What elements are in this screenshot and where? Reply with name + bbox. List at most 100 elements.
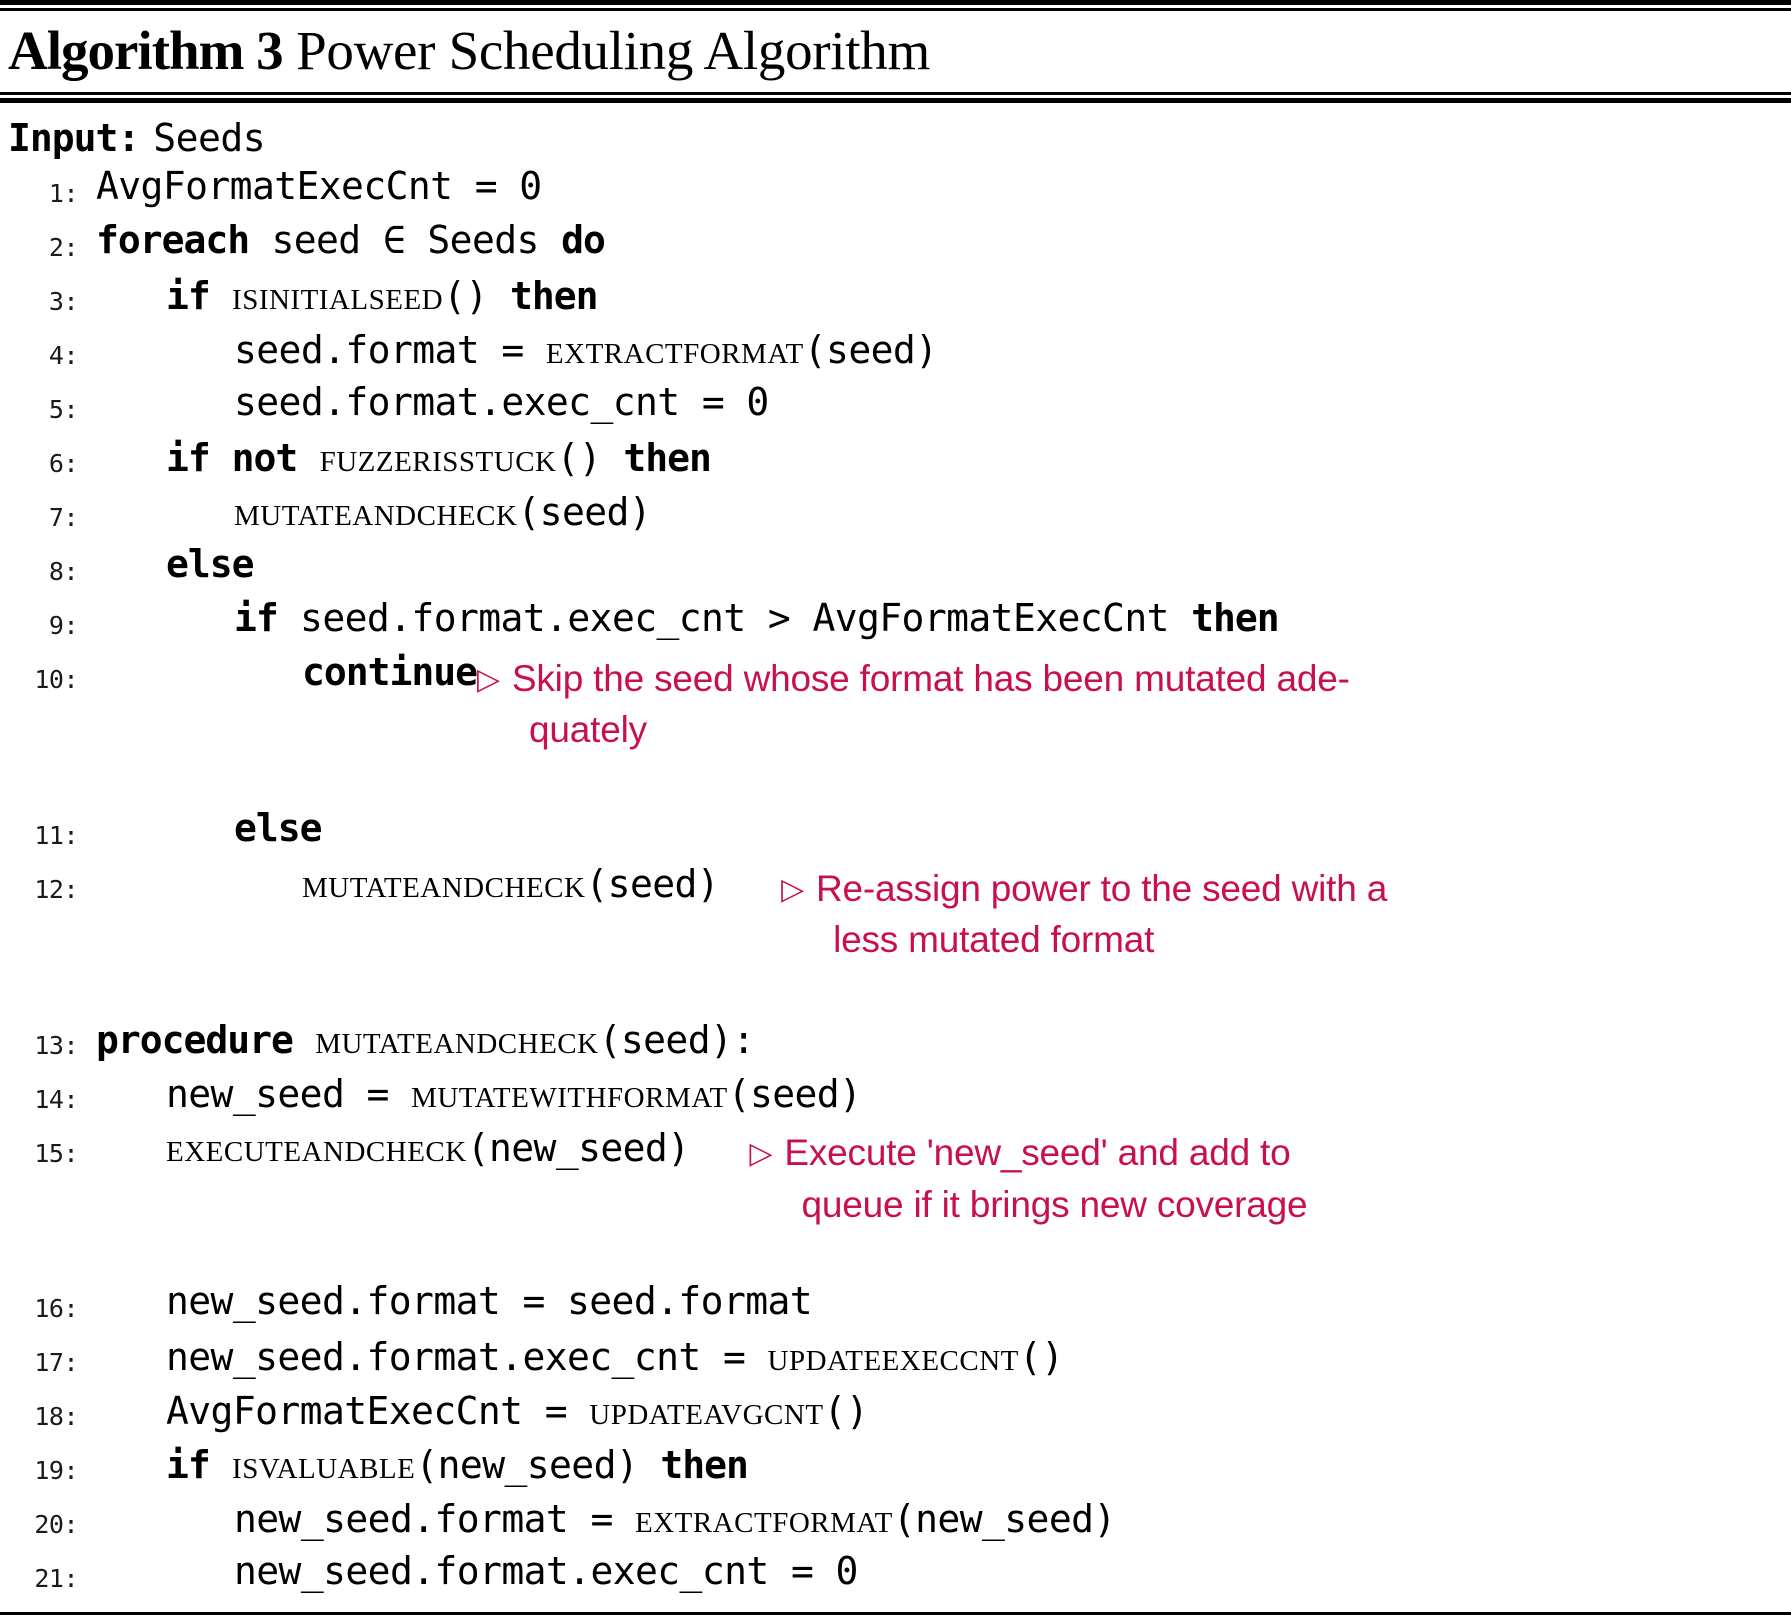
line-number: 15: [34, 1139, 78, 1169]
line-number: 6: [48, 449, 79, 479]
line-code: procedure MutateAndCheck(seed): [86, 1019, 1791, 1060]
code-token: AvgFormatExecCnt = 0 [96, 164, 542, 209]
function-name: UpdateExecCnt [767, 1332, 1019, 1379]
line-number: 9: [48, 611, 79, 641]
comment-triangle-icon: ▷ [477, 662, 500, 698]
line-code: else [86, 545, 1791, 583]
comment-text: Execute 'new_seed' and add to [784, 1132, 1291, 1174]
comment-wrap-spacer [0, 1230, 1791, 1280]
line-code: continue▷ Skip the seed whose format has … [86, 653, 1791, 755]
algorithm-line: 14: new_seed = MutateWithFormat(seed) [0, 1071, 1791, 1125]
algorithm-line: 17: new_seed.format.exec_cnt = UpdateExe… [0, 1334, 1791, 1388]
comment-text-continued: less mutated format [833, 919, 1155, 961]
line-code: new_seed.format = ExtractFormat(new_seed… [86, 1496, 1791, 1541]
line-code: new_seed.format = seed.format [86, 1282, 1791, 1320]
comment-triangle-icon: ▷ [781, 872, 804, 908]
algorithm-number-label: Algorithm 3 [8, 20, 284, 81]
code-token: seed.format.exec_cnt = 0 [234, 380, 769, 425]
keyword-if: if [234, 596, 279, 641]
code-token: seed.format.exec_cnt > AvgFormatExecCnt [300, 596, 1169, 641]
function-name: IsValuable [232, 1440, 416, 1487]
line-code: MutateAndCheck(seed) ▷ Re-assign power to … [86, 863, 1791, 965]
line-number: 19: [34, 1455, 78, 1485]
line-code: AvgFormatExecCnt = 0 [86, 167, 1791, 205]
algorithm-line: 8: else [0, 543, 1791, 597]
line-number: 7: [48, 503, 79, 533]
code-token: (new_seed) [466, 1126, 690, 1171]
line-number: 14: [34, 1085, 78, 1115]
line-number: 2: [48, 233, 79, 263]
algorithm-line: 7: MutateAndCheck(seed) [0, 489, 1791, 543]
code-token: (seed): [598, 1018, 756, 1063]
algorithm-line: 13: procedure MutateAndCheck(seed): [0, 1017, 1791, 1071]
algorithm-line: 20: new_seed.format = ExtractFormat(new_… [0, 1496, 1791, 1550]
code-token: (seed) [517, 490, 652, 535]
algorithm-line: 15: ExecuteAndCheck(new_seed) ▷ Execute 'n… [0, 1125, 1791, 1229]
code-token: new_seed = [166, 1072, 412, 1117]
algorithm-line: 12: MutateAndCheck(seed) ▷ Re-assign power… [0, 861, 1791, 965]
line-code: AvgFormatExecCnt = UpdateAvgCnt() [86, 1386, 1791, 1433]
line-number: 8: [48, 557, 79, 587]
code-token: () [556, 436, 602, 481]
function-name: ExtractFormat [545, 326, 804, 373]
line-number: 11: [34, 821, 78, 851]
code-token: (new_seed) [415, 1442, 639, 1487]
function-name: ExecuteAndCheck [166, 1124, 467, 1171]
algorithm-line: 6: if not FuzzerIsStuck() then [0, 435, 1791, 489]
algorithm-line: 19: if IsValuable(new_seed) then [0, 1442, 1791, 1496]
comment-execute-new-seed: ▷ Execute 'new_seed' and add to queue if i… [749, 1127, 1394, 1229]
keyword-then: then [660, 1442, 749, 1487]
keyword-foreach: foreach [96, 218, 250, 263]
line-number: 5: [48, 395, 79, 425]
keyword-continue: continue [302, 650, 478, 695]
algorithm-line: 1: AvgFormatExecCnt = 0 [0, 165, 1791, 219]
algorithm-title-line: Algorithm 3 Power Scheduling Algorithm [0, 11, 1791, 92]
top-rule [0, 0, 1791, 11]
keyword-procedure: procedure [96, 1018, 294, 1063]
algorithm-body: 1: AvgFormatExecCnt = 0 2: foreach seed … [0, 165, 1791, 1611]
keyword-else: else [234, 806, 323, 851]
code-token: () [443, 274, 488, 319]
function-name: MutateAndCheck [315, 1016, 599, 1063]
input-label: Input: [8, 116, 140, 161]
comment-text: Skip the seed whose format has been muta… [511, 658, 1350, 700]
algorithm-line: 18: AvgFormatExecCnt = UpdateAvgCnt() [0, 1388, 1791, 1442]
code-token: seed ∈ Seeds [271, 218, 539, 263]
line-code: seed.format.exec_cnt = 0 [86, 383, 1791, 421]
function-name: UpdateAvgCnt [589, 1386, 824, 1433]
line-number: 3: [48, 287, 79, 317]
line-number: 1: [48, 179, 79, 209]
comment-wrap-spacer [0, 965, 1791, 1017]
keyword-do: do [561, 218, 606, 263]
line-number: 18: [34, 1401, 78, 1431]
comment-triangle-icon: ▷ [749, 1136, 773, 1172]
code-token: () [823, 1388, 869, 1433]
input-line: Input: Seeds [0, 103, 1791, 165]
line-number: 4: [48, 341, 79, 371]
comment-skip-seed: ▷ Skip the seed whose format has been mut… [477, 653, 1452, 755]
keyword-then: then [623, 436, 712, 481]
line-number: 17: [34, 1347, 78, 1377]
bottom-rule [0, 1611, 1791, 1617]
code-token: () [1018, 1334, 1064, 1379]
algorithm-line: 9: if seed.format.exec_cnt > AvgFormatEx… [0, 597, 1791, 651]
title-rule [0, 92, 1791, 104]
code-token: (seed) [803, 328, 938, 373]
algorithm-line: 11: else [0, 807, 1791, 861]
algorithm-line: 5: seed.format.exec_cnt = 0 [0, 381, 1791, 435]
comment-reassign-power: ▷ Re-assign power to the seed with a less … [781, 863, 1421, 965]
code-token: new_seed.format = seed.format [166, 1278, 813, 1323]
line-code: new_seed.format.exec_cnt = UpdateExecCnt… [86, 1332, 1791, 1379]
algorithm-figure: Algorithm 3 Power Scheduling Algorithm I… [0, 0, 1791, 1617]
line-code: MutateAndCheck(seed) [86, 491, 1791, 532]
algorithm-line: 2: foreach seed ∈ Seeds do [0, 219, 1791, 273]
code-token: new_seed.format = [234, 1496, 636, 1541]
line-number: 21: [34, 1563, 78, 1593]
line-number: 10: [34, 665, 78, 695]
line-code: foreach seed ∈ Seeds do [86, 221, 1791, 259]
code-token: seed.format = [234, 328, 546, 373]
line-number: 16: [34, 1293, 78, 1323]
comment-wrap-spacer [0, 755, 1791, 807]
code-token: new_seed.format.exec_cnt = [166, 1334, 768, 1379]
keyword-if: if [166, 274, 211, 319]
